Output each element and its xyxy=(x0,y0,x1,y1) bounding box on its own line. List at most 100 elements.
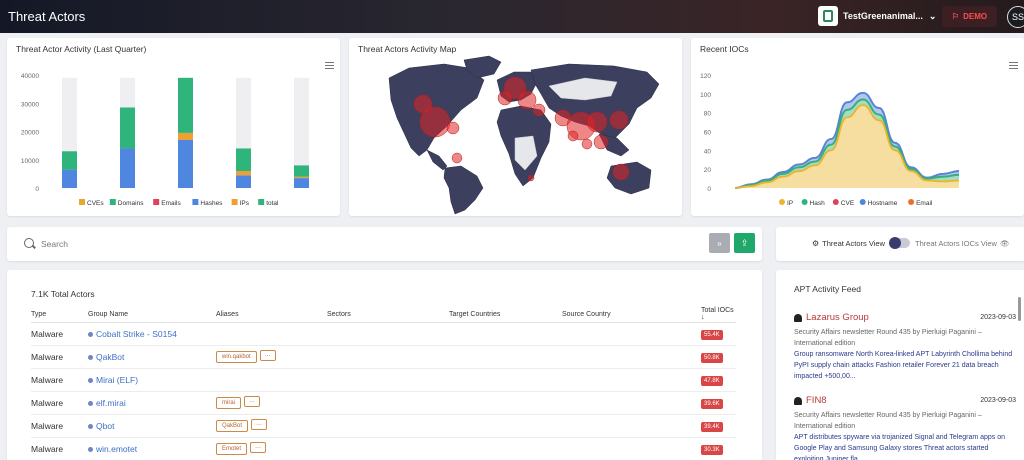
bar-segment-total[interactable] xyxy=(178,77,193,133)
aliases-cell xyxy=(216,368,327,392)
col-type[interactable]: Type xyxy=(31,307,88,323)
more-aliases-button[interactable]: … xyxy=(250,442,267,454)
bar-segment-hashes[interactable] xyxy=(120,148,135,188)
legend-label[interactable]: Hashes xyxy=(200,200,223,207)
actor-type: Malware xyxy=(31,345,88,369)
y-tick-label: 100 xyxy=(700,92,711,99)
legend-swatch xyxy=(153,199,160,205)
col-target-countries[interactable]: Target Countries xyxy=(449,307,562,323)
group-dot-icon xyxy=(88,423,93,429)
feed-item-text[interactable]: Group ransomware North Korea-linked APT … xyxy=(794,349,1016,382)
actor-type: Malware xyxy=(31,437,88,460)
legend-swatch xyxy=(231,199,238,205)
legend-swatch xyxy=(192,199,199,205)
table-row[interactable]: Malware Qbot QakBot… 39.4K xyxy=(31,414,736,438)
map-hotspot xyxy=(609,110,629,130)
group-dot-icon xyxy=(88,400,93,406)
group-name-link[interactable]: Mirai (ELF) xyxy=(96,375,138,385)
legend-label[interactable]: CVEs xyxy=(87,200,104,207)
feed-item-date: 2023-09-03 xyxy=(980,397,1016,404)
bar-segment-hashes[interactable] xyxy=(236,175,251,188)
bar-segment-hashes[interactable] xyxy=(62,169,77,188)
legend-label[interactable]: Emails xyxy=(161,200,181,207)
spy-icon xyxy=(794,396,802,405)
group-name-link[interactable]: QakBot xyxy=(96,352,124,362)
alias-tag[interactable]: QakBot xyxy=(216,420,249,432)
threat-actors-iocs-view-label[interactable]: Threat Actors IOCs View xyxy=(915,239,997,248)
feed-item-name[interactable]: Lazarus Group xyxy=(806,312,869,323)
threat-actors-view-label[interactable]: Threat Actors View xyxy=(822,239,885,248)
feed-item-text[interactable]: APT distributes spyware via trojanized S… xyxy=(794,432,1016,460)
alias-tag[interactable]: Emotet xyxy=(216,443,248,455)
legend-swatch xyxy=(258,199,265,205)
apt-feed-card: APT Activity Feed Lazarus Group 2023-09-… xyxy=(776,270,1024,460)
alias-tag[interactable]: win.qakbot xyxy=(216,351,257,363)
demo-button[interactable]: ⚐ DEMO xyxy=(942,6,997,27)
map-australia xyxy=(606,161,652,195)
bar-segment-total[interactable] xyxy=(62,151,77,170)
bar-segment-hashes[interactable] xyxy=(178,139,193,188)
group-name-link[interactable]: Cobalt Strike - S0154 xyxy=(96,329,177,339)
source-country-cell xyxy=(562,368,701,392)
table-row[interactable]: Malware Mirai (ELF) 47.8K xyxy=(31,368,736,392)
more-aliases-button[interactable]: … xyxy=(251,419,268,431)
col-total-iocs[interactable]: Total IOCs ↓ xyxy=(701,307,736,323)
bar-segment-ips[interactable] xyxy=(178,132,193,140)
y-tick-label: 0 xyxy=(35,186,39,193)
feed-item[interactable]: FIN8 2023-09-03 Security Affairs newslet… xyxy=(794,395,1016,460)
legend-label[interactable]: Hostname xyxy=(868,200,898,207)
org-selector[interactable]: TestGreenanimal... ⌄ xyxy=(818,5,936,27)
ioc-count-badge: 55.4K xyxy=(701,329,723,340)
table-row[interactable]: Malware win.emotet Emotet… 30.3K xyxy=(31,437,736,460)
group-name-link[interactable]: win.emotet xyxy=(96,444,137,454)
map-hotspot xyxy=(593,134,609,150)
legend-label[interactable]: total xyxy=(266,200,279,207)
bar-segment-total[interactable] xyxy=(236,148,251,172)
legend-label[interactable]: Hash xyxy=(810,200,826,207)
org-name: TestGreenanimal... xyxy=(843,11,923,21)
sectors-cell xyxy=(327,437,449,460)
map-hotspot xyxy=(446,121,460,135)
col-sectors[interactable]: Sectors xyxy=(327,307,449,323)
table-row[interactable]: Malware elf.mirai mirai… 39.6K xyxy=(31,391,736,415)
col-group-name[interactable]: Group Name xyxy=(88,307,216,323)
more-aliases-button[interactable]: … xyxy=(259,350,276,362)
more-aliases-button[interactable]: … xyxy=(244,396,260,408)
bar-segment-total[interactable] xyxy=(120,107,135,149)
legend-label[interactable]: IPs xyxy=(240,200,250,207)
feed-item[interactable]: Lazarus Group 2023-09-03 Security Affair… xyxy=(794,312,1016,382)
table-row[interactable]: Malware QakBot win.qakbot… 50.8K xyxy=(31,345,736,369)
legend-label[interactable]: IP xyxy=(787,200,793,207)
legend-marker xyxy=(908,199,915,205)
aliases-cell: mirai… xyxy=(216,391,327,415)
alias-tag[interactable]: mirai xyxy=(216,397,241,409)
source-country-cell xyxy=(562,345,701,369)
group-name-link[interactable]: elf.mirai xyxy=(96,398,126,408)
group-name-link[interactable]: Qbot xyxy=(96,421,114,431)
ioc-count-badge: 30.3K xyxy=(701,444,723,455)
map-hotspot xyxy=(567,130,579,142)
col-aliases[interactable]: Aliases xyxy=(216,307,327,323)
table-row[interactable]: Malware Cobalt Strike - S0154 55.4K xyxy=(31,322,736,346)
bar-segment-hashes[interactable] xyxy=(294,178,309,188)
bar-segment-ips[interactable] xyxy=(294,176,309,179)
legend-label[interactable]: Email xyxy=(916,200,933,207)
legend-label[interactable]: CVE xyxy=(841,200,855,207)
actor-type: Malware xyxy=(31,414,88,438)
legend-label[interactable]: Domains xyxy=(118,200,144,207)
export-button[interactable]: ⇪ xyxy=(734,233,755,253)
world-map[interactable] xyxy=(349,38,682,216)
search-input[interactable] xyxy=(41,236,641,252)
feed-scrollbar[interactable] xyxy=(1018,297,1021,321)
bar-segment-total[interactable] xyxy=(294,165,309,177)
table-header-row: Type Group Name Aliases Sectors Target C… xyxy=(31,307,736,323)
avatar[interactable]: SS xyxy=(1007,6,1024,28)
map-south-america xyxy=(443,165,484,215)
col-source-country[interactable]: Source Country xyxy=(562,307,701,323)
actor-type: Malware xyxy=(31,368,88,392)
bar-segment-ips[interactable] xyxy=(236,171,251,176)
expand-filters-button[interactable]: » xyxy=(709,233,730,253)
feed-title: APT Activity Feed xyxy=(794,284,861,294)
view-toggle-switch[interactable] xyxy=(888,237,910,249)
feed-item-name[interactable]: FIN8 xyxy=(806,395,827,406)
